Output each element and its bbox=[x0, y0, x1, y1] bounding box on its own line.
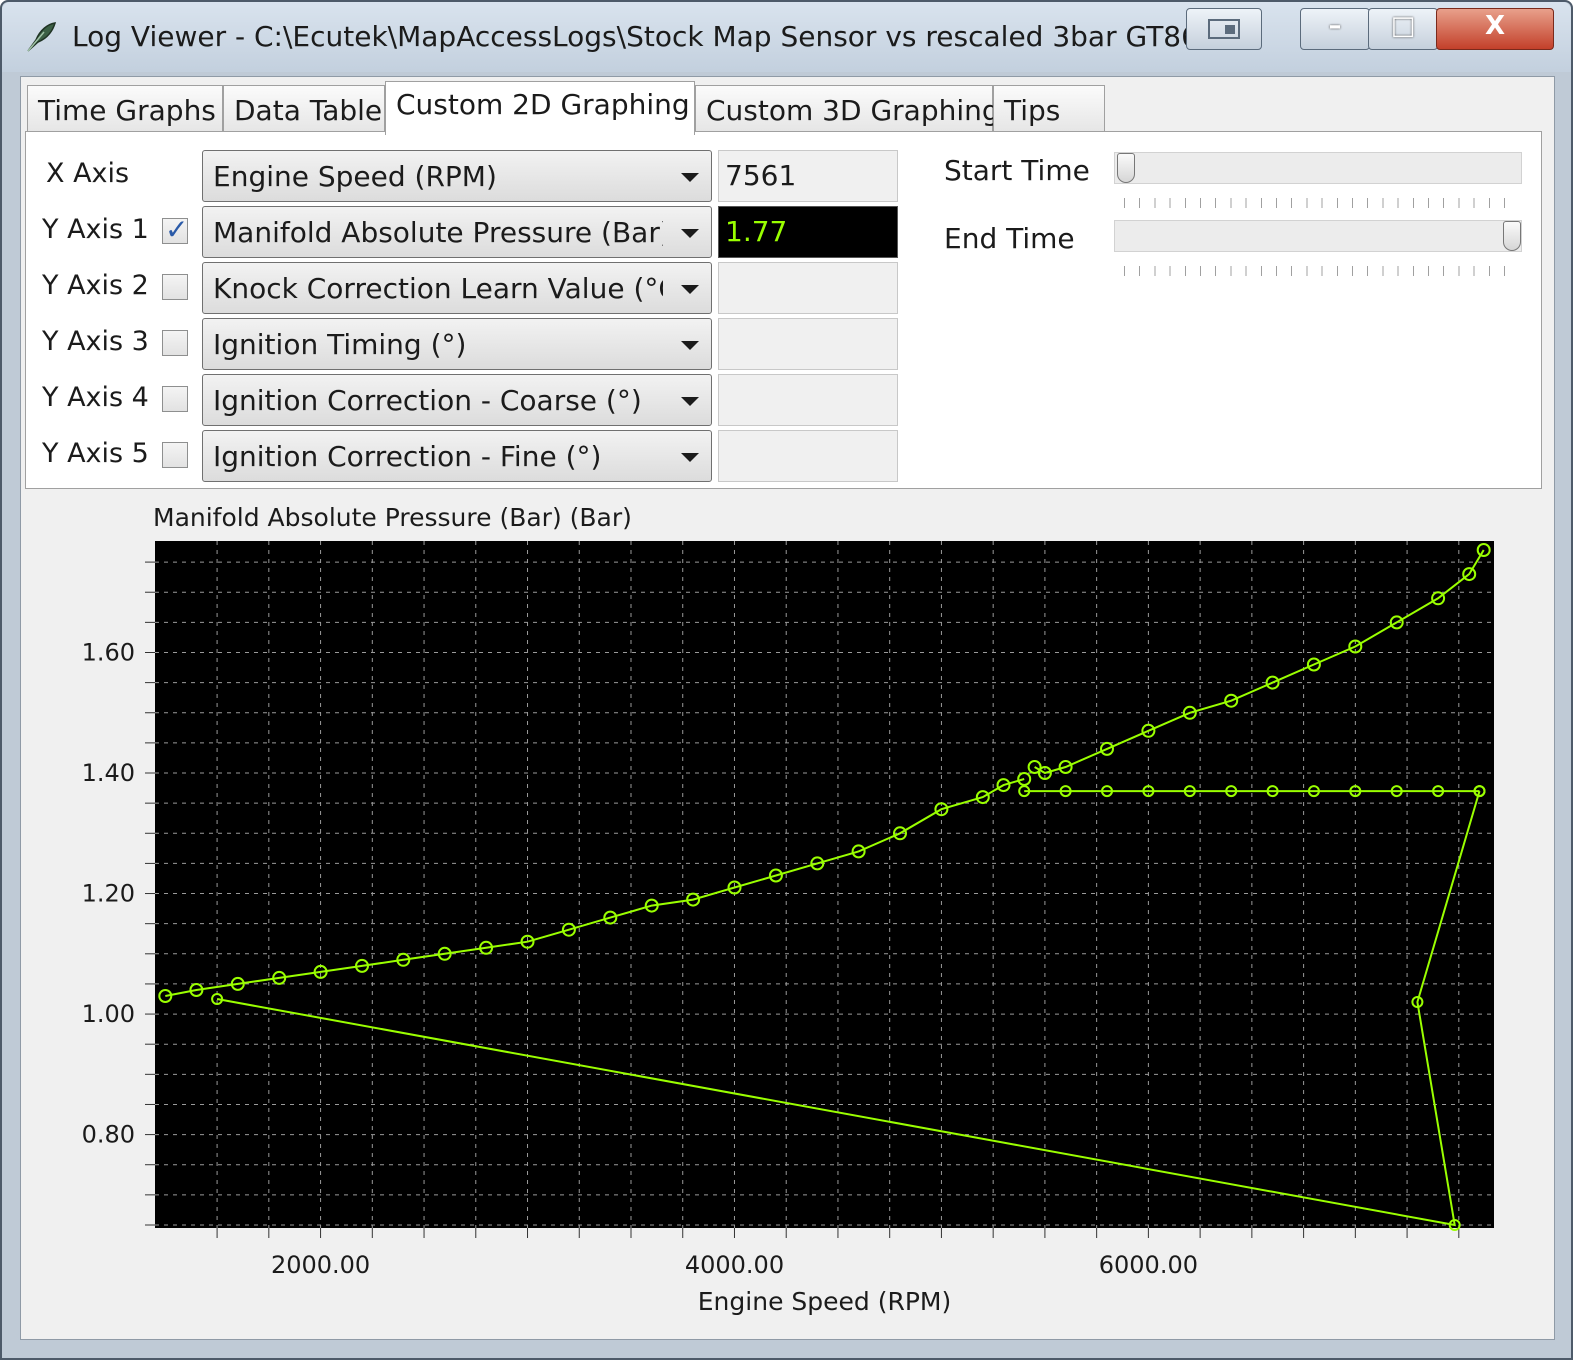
client-area: Time Graphs Data Table Custom 2D Graphin… bbox=[20, 76, 1555, 1340]
y-axis-1-dropdown[interactable]: Manifold Absolute Pressure (Bar) (B bbox=[202, 206, 712, 258]
y-axis-2-selected: Knock Correction Learn Value (°CA) bbox=[213, 272, 663, 305]
y-tick-label: 1.00 bbox=[82, 1000, 135, 1028]
chart-area: Manifold Absolute Pressure (Bar) (Bar) 2… bbox=[21, 491, 1554, 1339]
y-axis-5-value-box bbox=[718, 430, 898, 482]
y-tick-label: 1.20 bbox=[82, 880, 135, 908]
y-axis-2-value-box bbox=[718, 262, 898, 314]
end-time-ticks bbox=[1124, 266, 1516, 276]
x-tick-label: 2000.00 bbox=[271, 1251, 370, 1279]
scatter-chart[interactable]: 2000.00 4000.00 6000.00 0.80 1.00 1.20 1.40 1.6… bbox=[21, 491, 1554, 1339]
x-tick-label: 6000.00 bbox=[1099, 1251, 1198, 1279]
maximize-icon: □ bbox=[1390, 11, 1416, 41]
y-axis-2-dropdown[interactable]: Knock Correction Learn Value (°CA) bbox=[202, 262, 712, 314]
y-axis-1-value-box: 1.77 bbox=[718, 206, 898, 258]
end-time-label: End Time bbox=[944, 222, 1075, 255]
y-axis-2-checkbox[interactable] bbox=[162, 274, 188, 300]
chevron-down-icon bbox=[681, 341, 699, 350]
y-axis-4-checkbox[interactable] bbox=[162, 386, 188, 412]
feather-icon bbox=[27, 22, 57, 52]
maximize-button[interactable]: □ bbox=[1368, 8, 1438, 50]
y-axis-4-selected: Ignition Correction - Coarse (°) bbox=[213, 384, 642, 417]
y-axis-3-selected: Ignition Timing (°) bbox=[213, 328, 467, 361]
y-tick-label: 0.80 bbox=[82, 1121, 135, 1149]
y-axis-4-label: Y Axis 4 bbox=[42, 382, 149, 413]
tab-custom-2d-graphing[interactable]: Custom 2D Graphing bbox=[385, 81, 695, 135]
x-axis-dropdown[interactable]: Engine Speed (RPM) bbox=[202, 150, 712, 202]
chevron-down-icon bbox=[681, 397, 699, 406]
y-axis-4-value-box bbox=[718, 374, 898, 426]
axis-selection-panel: X Axis Engine Speed (RPM) 7561 Y Axis 1 … bbox=[25, 131, 1542, 489]
x-tick-label: 4000.00 bbox=[685, 1251, 784, 1279]
chevron-down-icon bbox=[681, 229, 699, 238]
end-time-slider-thumb[interactable] bbox=[1503, 221, 1521, 251]
start-time-slider[interactable] bbox=[1114, 152, 1522, 184]
y-tick-label: 1.60 bbox=[82, 638, 135, 666]
y-axis-3-dropdown[interactable]: Ignition Timing (°) bbox=[202, 318, 712, 370]
start-time-slider-thumb[interactable] bbox=[1117, 153, 1135, 183]
y-axis-3-label: Y Axis 3 bbox=[42, 326, 149, 357]
log-viewer-window: Log Viewer - C:\Ecutek\MapAccessLogs\Sto… bbox=[0, 0, 1573, 1360]
y-axis-5-checkbox[interactable] bbox=[162, 442, 188, 468]
close-icon: X bbox=[1484, 11, 1506, 41]
y-axis-4-dropdown[interactable]: Ignition Correction - Coarse (°) bbox=[202, 374, 712, 426]
y-axis-5-selected: Ignition Correction - Fine (°) bbox=[213, 440, 602, 473]
window-title: Log Viewer - C:\Ecutek\MapAccessLogs\Sto… bbox=[72, 20, 1255, 53]
x-axis-label: X Axis bbox=[46, 158, 130, 189]
tab-custom-3d-graphing[interactable]: Custom 3D Graphing bbox=[695, 85, 1000, 131]
y-axis-1-value: 1.77 bbox=[725, 215, 788, 248]
end-time-slider[interactable] bbox=[1114, 220, 1522, 252]
y-axis-1-checkbox[interactable]: ✓ bbox=[162, 213, 188, 246]
x-axis-value: 7561 bbox=[725, 159, 797, 192]
checkmark-icon: ✓ bbox=[165, 213, 189, 246]
tab-time-graphs[interactable]: Time Graphs bbox=[27, 85, 223, 131]
x-axis-value-box: 7561 bbox=[718, 150, 898, 202]
x-axis-selected: Engine Speed (RPM) bbox=[213, 160, 497, 193]
close-button[interactable]: X bbox=[1436, 8, 1554, 50]
y-axis-3-checkbox[interactable] bbox=[162, 330, 188, 356]
x-axis-title: Engine Speed (RPM) bbox=[698, 1287, 951, 1316]
tab-tips[interactable]: Tips bbox=[993, 85, 1105, 131]
start-time-ticks bbox=[1124, 198, 1516, 208]
minimize-icon: – bbox=[1328, 11, 1342, 41]
window-restore-icon bbox=[1208, 19, 1240, 39]
chevron-down-icon bbox=[681, 453, 699, 462]
chevron-down-icon bbox=[681, 285, 699, 294]
minimize-button[interactable]: – bbox=[1300, 8, 1370, 50]
title-bar[interactable]: Log Viewer - C:\Ecutek\MapAccessLogs\Sto… bbox=[2, 2, 1571, 72]
y-axis-1-selected: Manifold Absolute Pressure (Bar) (B bbox=[213, 216, 663, 249]
y-axis-1-label: Y Axis 1 bbox=[42, 214, 149, 245]
y-axis-5-label: Y Axis 5 bbox=[42, 438, 149, 469]
plot-background bbox=[155, 541, 1494, 1228]
y-tick-label: 1.40 bbox=[82, 759, 135, 787]
tab-data-table[interactable]: Data Table bbox=[223, 85, 385, 131]
window-restore-button[interactable] bbox=[1186, 8, 1262, 50]
y-axis-3-value-box bbox=[718, 318, 898, 370]
y-axis-5-dropdown[interactable]: Ignition Correction - Fine (°) bbox=[202, 430, 712, 482]
chevron-down-icon bbox=[681, 173, 699, 182]
start-time-label: Start Time bbox=[944, 154, 1090, 187]
y-axis-2-label: Y Axis 2 bbox=[42, 270, 149, 301]
